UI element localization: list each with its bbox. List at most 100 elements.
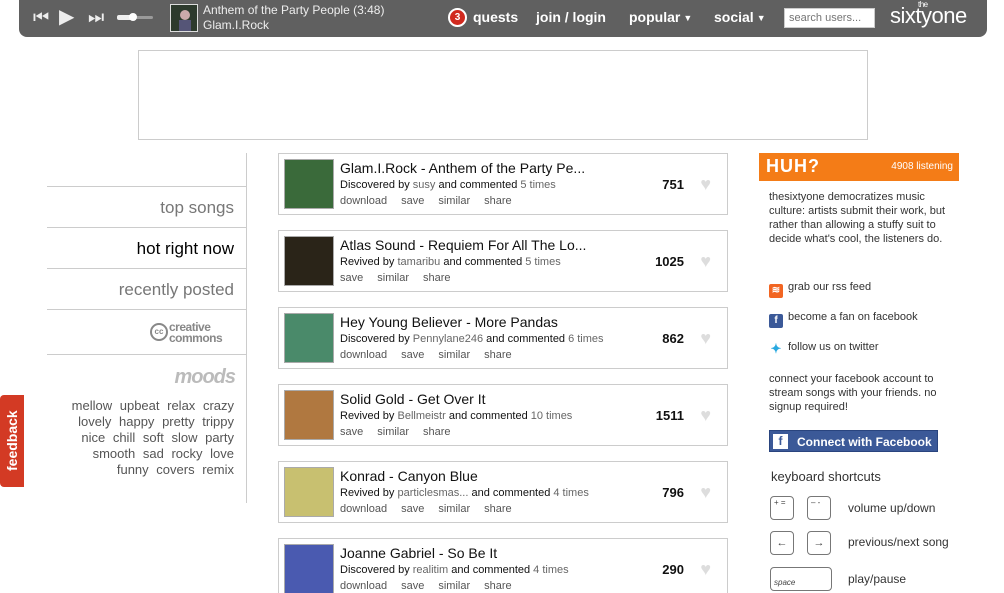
- search-users-input[interactable]: [784, 8, 875, 28]
- similar-link[interactable]: similar: [438, 580, 470, 592]
- song-user-link[interactable]: realitim: [413, 564, 448, 576]
- mood-tag[interactable]: nice: [81, 430, 105, 445]
- song-title[interactable]: Hey Young Believer - More Pandas: [340, 314, 602, 330]
- heart-icon[interactable]: ♥: [700, 329, 711, 347]
- save-link[interactable]: save: [401, 349, 424, 361]
- mood-tag[interactable]: funny: [117, 462, 149, 477]
- song-comment-count[interactable]: 5 times: [520, 179, 555, 191]
- facebook-fan-link[interactable]: f become a fan on facebook: [769, 311, 918, 328]
- share-link[interactable]: share: [484, 349, 512, 361]
- heart-icon[interactable]: ♥: [700, 483, 711, 501]
- similar-link[interactable]: similar: [438, 349, 470, 361]
- mood-tag[interactable]: rocky: [171, 446, 202, 461]
- sidebar-item-recently-posted[interactable]: recently posted: [119, 280, 234, 300]
- mood-tag[interactable]: pretty: [162, 414, 195, 429]
- save-link[interactable]: save: [340, 426, 363, 438]
- site-logo[interactable]: the sixtyone: [890, 0, 967, 29]
- download-link[interactable]: download: [340, 580, 387, 592]
- save-link[interactable]: save: [401, 195, 424, 207]
- share-link[interactable]: share: [423, 272, 451, 284]
- save-link[interactable]: save: [401, 503, 424, 515]
- song-commented: and commented: [448, 410, 528, 422]
- song-title[interactable]: Glam.I.Rock - Anthem of the Party Pe...: [340, 160, 602, 176]
- song-user-link[interactable]: tamaribu: [397, 256, 440, 268]
- quests-link[interactable]: quests: [473, 9, 518, 25]
- heart-icon[interactable]: ♥: [700, 406, 711, 424]
- mood-tag[interactable]: soft: [143, 430, 164, 445]
- mood-tag[interactable]: happy: [119, 414, 154, 429]
- song-user-link[interactable]: Bellmeistr: [397, 410, 445, 422]
- mood-tag[interactable]: upbeat: [120, 398, 160, 413]
- song-title[interactable]: Joanne Gabriel - So Be It: [340, 545, 602, 561]
- mood-tag[interactable]: mellow: [72, 398, 112, 413]
- song-thumbnail[interactable]: [284, 467, 334, 517]
- mood-tag[interactable]: sad: [143, 446, 164, 461]
- download-link[interactable]: download: [340, 503, 387, 515]
- twitter-follow-link[interactable]: ✦ follow us on twitter: [769, 341, 878, 356]
- song-thumbnail[interactable]: [284, 544, 334, 593]
- song-user-link[interactable]: Pennylane246: [413, 333, 483, 345]
- song-title[interactable]: Atlas Sound - Requiem For All The Lo...: [340, 237, 602, 253]
- sidebar-item-hot-right-now[interactable]: hot right now: [137, 239, 234, 259]
- song-title[interactable]: Konrad - Canyon Blue: [340, 468, 602, 484]
- song-comment-count[interactable]: 5 times: [525, 256, 560, 268]
- creative-commons-link[interactable]: cc creative commons: [150, 319, 236, 345]
- heart-icon[interactable]: ♥: [700, 252, 711, 270]
- huh-title: HUH?: [766, 156, 820, 176]
- song-title[interactable]: Solid Gold - Get Over It: [340, 391, 602, 407]
- volume-slider[interactable]: [117, 13, 153, 21]
- album-art-icon: [171, 5, 197, 31]
- mood-tag[interactable]: love: [210, 446, 234, 461]
- previous-track-icon[interactable]: ⏮: [33, 7, 49, 27]
- heart-icon[interactable]: ♥: [700, 175, 711, 193]
- social-menu[interactable]: social ▼: [714, 9, 766, 25]
- song-thumbnail[interactable]: [284, 313, 334, 363]
- sidebar-item-top-songs[interactable]: top songs: [160, 198, 234, 218]
- save-link[interactable]: save: [340, 272, 363, 284]
- rss-feed-link[interactable]: ≋ grab our rss feed: [769, 281, 871, 298]
- song-thumbnail[interactable]: [284, 159, 334, 209]
- share-link[interactable]: share: [484, 580, 512, 592]
- mood-tag[interactable]: chill: [113, 430, 135, 445]
- download-link[interactable]: download: [340, 349, 387, 361]
- mood-tag[interactable]: trippy: [202, 414, 234, 429]
- now-playing-title[interactable]: Anthem of the Party People (3:48): [203, 3, 384, 17]
- similar-link[interactable]: similar: [377, 426, 409, 438]
- song-user-link[interactable]: susy: [413, 179, 436, 191]
- mood-tag[interactable]: covers: [156, 462, 194, 477]
- popular-menu[interactable]: popular ▼: [629, 9, 692, 25]
- mood-tag[interactable]: remix: [202, 462, 234, 477]
- now-playing-thumbnail[interactable]: [170, 4, 198, 32]
- song-comment-count[interactable]: 4 times: [533, 564, 568, 576]
- similar-link[interactable]: similar: [438, 503, 470, 515]
- download-link[interactable]: download: [340, 195, 387, 207]
- mood-tag[interactable]: lovely: [78, 414, 111, 429]
- quests-count-badge[interactable]: 3: [448, 8, 467, 27]
- share-link[interactable]: share: [484, 195, 512, 207]
- similar-link[interactable]: similar: [438, 195, 470, 207]
- song-user-link[interactable]: particlesmas...: [397, 487, 468, 499]
- share-link[interactable]: share: [423, 426, 451, 438]
- mood-tag[interactable]: crazy: [203, 398, 234, 413]
- similar-link[interactable]: similar: [377, 272, 409, 284]
- mood-tag[interactable]: smooth: [93, 446, 136, 461]
- song-hearts-count: 1511: [655, 408, 684, 423]
- share-link[interactable]: share: [484, 503, 512, 515]
- play-icon[interactable]: ▶: [59, 7, 74, 27]
- mood-tag[interactable]: slow: [171, 430, 197, 445]
- song-thumbnail[interactable]: [284, 390, 334, 440]
- connect-facebook-button[interactable]: f Connect with Facebook: [769, 430, 938, 452]
- now-playing-artist[interactable]: Glam.I.Rock: [203, 18, 269, 32]
- mood-tag[interactable]: party: [205, 430, 234, 445]
- song-thumbnail[interactable]: [284, 236, 334, 286]
- heart-icon[interactable]: ♥: [700, 560, 711, 578]
- song-comment-count[interactable]: 10 times: [531, 410, 573, 422]
- save-link[interactable]: save: [401, 580, 424, 592]
- mood-tag[interactable]: relax: [167, 398, 195, 413]
- volume-knob[interactable]: [129, 13, 138, 21]
- song-comment-count[interactable]: 6 times: [568, 333, 603, 345]
- song-comment-count[interactable]: 4 times: [553, 487, 588, 499]
- next-track-icon[interactable]: ⏭: [88, 7, 104, 27]
- feedback-tab[interactable]: feedback: [0, 395, 24, 487]
- join-login-link[interactable]: join / login: [536, 9, 606, 25]
